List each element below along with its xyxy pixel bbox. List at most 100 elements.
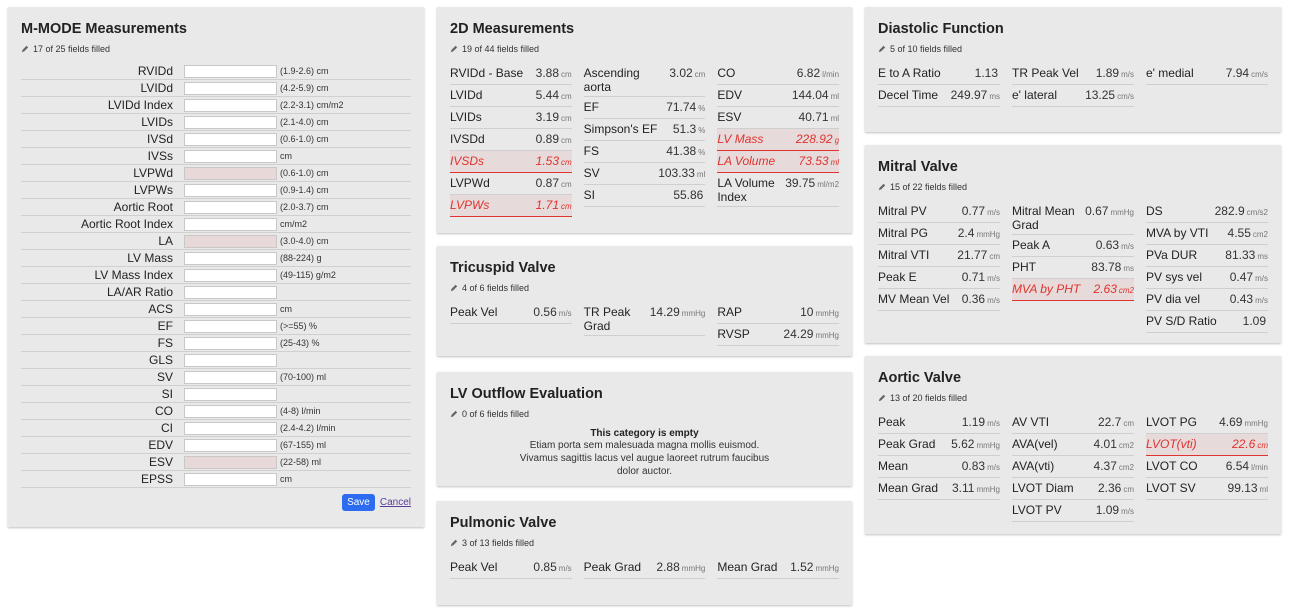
ef-input[interactable]	[184, 319, 277, 333]
measurement-row[interactable]: Peak Vel 0.85 m/s	[450, 557, 572, 579]
aortic-root-input[interactable]	[184, 200, 277, 214]
measurement-value: 0.47 m/s	[1229, 270, 1268, 284]
measurement-row[interactable]: TR Peak Vel 1.89 m/s	[1012, 63, 1134, 85]
measurement-row[interactable]: EDV 144.04 ml	[717, 85, 840, 107]
measurement-row[interactable]: LV Mass 228.92 g	[717, 129, 840, 151]
measurement-row[interactable]: MVA by PHT 2.63 cm2	[1012, 279, 1134, 301]
measurement-row[interactable]: RVIDd - Base 3.88 cm	[450, 63, 572, 85]
measurement-unit: mmHg	[976, 441, 1000, 450]
pencil-icon	[878, 183, 886, 191]
measurement-row[interactable]: Decel Time 249.97 ms	[878, 85, 1000, 107]
measurement-row[interactable]: LVPWd 0.87 cm	[450, 173, 572, 195]
measurement-row[interactable]: LVOT Diam 2.36 cm	[1012, 478, 1134, 500]
measurement-value: 22.6 cm	[1231, 437, 1268, 451]
co-input[interactable]	[184, 404, 277, 418]
measurement-row[interactable]: Mean 0.83 m/s	[878, 456, 1000, 478]
measurement-row[interactable]: ESV 40.71 ml	[717, 107, 840, 129]
measurement-row[interactable]: MVA by VTI 4.55 cm2	[1146, 223, 1268, 245]
measurement-row[interactable]: SV 103.33 ml	[583, 163, 706, 185]
ivss-input[interactable]	[184, 149, 277, 163]
measurement-row[interactable]: LVIDd 5.44 cm	[450, 85, 572, 107]
acs-input[interactable]	[184, 302, 277, 316]
measurement-label: DS	[1146, 204, 1163, 218]
lvpws-input[interactable]	[184, 183, 277, 197]
measurement-row[interactable]: IVSDd 0.89 cm	[450, 129, 572, 151]
measurement-row[interactable]: LVPWs 1.71 cm	[450, 195, 572, 217]
measurement-row[interactable]: DS 282.9 cm/s2	[1146, 201, 1268, 223]
measurement-row[interactable]: Peak 1.19 m/s	[878, 412, 1000, 434]
measurement-unit: cm/s	[1117, 92, 1134, 101]
measurement-row[interactable]: AV VTI 22.7 cm	[1012, 412, 1134, 434]
rvidd-input[interactable]	[184, 64, 277, 78]
measurement-row[interactable]: Peak Grad 5.62 mmHg	[878, 434, 1000, 456]
measurement-row[interactable]: LVIDs 3.19 cm	[450, 107, 572, 129]
lvidd-index-input[interactable]	[184, 98, 277, 112]
lv-mass-index-input[interactable]	[184, 268, 277, 282]
measurement-row[interactable]: PV sys vel 0.47 m/s	[1146, 267, 1268, 289]
mmode-field-row: CO (4-8) l/min	[21, 403, 411, 420]
measurement-row[interactable]: MV Mean Vel 0.36 m/s	[878, 289, 1000, 311]
measurement-value: 0.43 m/s	[1229, 292, 1268, 306]
measurement-row[interactable]: LA Volume Index 39.75 ml/m2	[717, 173, 840, 207]
gls-input[interactable]	[184, 353, 277, 367]
ivsd-input[interactable]	[184, 132, 277, 146]
measurement-row[interactable]: SI 55.86	[583, 185, 706, 207]
measurement-row[interactable]: PV S/D Ratio 1.09	[1146, 311, 1268, 333]
measurement-row[interactable]: EF 71.74%	[583, 97, 706, 119]
measurement-row[interactable]: LA Volume 73.53 ml	[717, 151, 840, 173]
la-input[interactable]	[184, 234, 277, 248]
measurement-row[interactable]: FS 41.38%	[583, 141, 706, 163]
pencil-icon	[450, 45, 458, 53]
esv-input[interactable]	[184, 455, 277, 469]
measurement-label: CO	[717, 66, 736, 80]
measurement-row[interactable]: LVOT(vti) 22.6 cm	[1146, 434, 1268, 456]
measurement-row[interactable]: Peak E 0.71 m/s	[878, 267, 1000, 289]
lvidd-input[interactable]	[184, 81, 277, 95]
measurement-row[interactable]: LVOT PG 4.69 mmHg	[1146, 412, 1268, 434]
measurement-row[interactable]: CO 6.82 l/min	[717, 63, 840, 85]
lvpwd-input[interactable]	[184, 166, 277, 180]
measurement-row[interactable]: PHT 83.78 ms	[1012, 257, 1134, 279]
measurement-row[interactable]: e' lateral 13.25 cm/s	[1012, 85, 1134, 107]
fs-input[interactable]	[184, 336, 277, 350]
measurement-row[interactable]: Peak A 0.63 m/s	[1012, 235, 1134, 257]
measurement-row[interactable]: Peak Grad 2.88 mmHg	[583, 557, 706, 579]
measurement-unit: cm	[1257, 441, 1268, 450]
measurement-row[interactable]: Mean Grad 3.11 mmHg	[878, 478, 1000, 500]
si-input[interactable]	[184, 387, 277, 401]
measurement-row[interactable]: LVOT PV 1.09 m/s	[1012, 500, 1134, 522]
measurement-row[interactable]: e' medial 7.94 cm/s	[1146, 63, 1268, 85]
mmode-field-row: EF (>=55) %	[21, 318, 411, 335]
measurement-row[interactable]: Mean Grad 1.52 mmHg	[717, 557, 840, 579]
measurement-row[interactable]: RVSP 24.29 mmHg	[717, 324, 840, 346]
measurement-row[interactable]: LVOT SV 99.13 ml	[1146, 478, 1268, 500]
measurement-row[interactable]: E to A Ratio 1.13	[878, 63, 1000, 85]
la-ar-ratio-input[interactable]	[184, 285, 277, 299]
aortic-root-index-input[interactable]	[184, 217, 277, 231]
measurement-row[interactable]: Mitral PV 0.77 m/s	[878, 201, 1000, 223]
measurement-row[interactable]: Mitral VTI 21.77 cm	[878, 245, 1000, 267]
lvids-input[interactable]	[184, 115, 277, 129]
measurement-row[interactable]: AVA(vel) 4.01 cm2	[1012, 434, 1134, 456]
measurement-row[interactable]: Mitral Mean Grad 0.67 mmHg	[1012, 201, 1134, 235]
measurement-row[interactable]: RAP 10 mmHg	[717, 302, 840, 324]
measurement-row[interactable]: Simpson's EF 51.3%	[583, 119, 706, 141]
measurement-row[interactable]: AVA(vti) 4.37 cm2	[1012, 456, 1134, 478]
measurement-row[interactable]: LVOT CO 6.54 l/min	[1146, 456, 1268, 478]
measurement-unit: m/s	[1255, 274, 1268, 283]
cancel-link[interactable]: Cancel	[380, 497, 411, 508]
sv-input[interactable]	[184, 370, 277, 384]
epss-input[interactable]	[184, 472, 277, 486]
measurement-row[interactable]: Peak Vel 0.56 m/s	[450, 302, 572, 324]
measurement-row[interactable]: Ascending aorta 3.02 cm	[583, 63, 706, 97]
lv-mass-input[interactable]	[184, 251, 277, 265]
measurement-row[interactable]: PVa DUR 81.33 ms	[1146, 245, 1268, 267]
save-button[interactable]: Save	[342, 494, 375, 511]
measurement-row[interactable]: Mitral PG 2.4 mmHg	[878, 223, 1000, 245]
edv-input[interactable]	[184, 438, 277, 452]
measurement-row[interactable]: TR Peak Grad 14.29 mmHg	[583, 302, 706, 336]
measurement-row[interactable]: IVSDs 1.53 cm	[450, 151, 572, 173]
measurement-label: Ascending aorta	[583, 66, 640, 94]
ci-input[interactable]	[184, 421, 277, 435]
measurement-row[interactable]: PV dia vel 0.43 m/s	[1146, 289, 1268, 311]
